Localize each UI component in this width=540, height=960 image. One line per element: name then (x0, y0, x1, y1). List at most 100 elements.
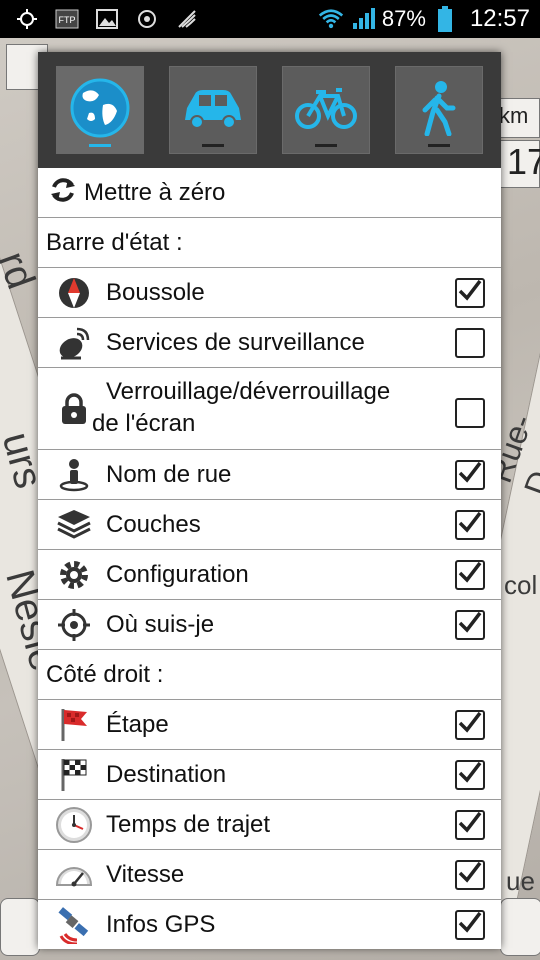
battery-icon (432, 6, 458, 32)
crosshair-icon (44, 600, 104, 649)
list-item-travel-time[interactable]: Temps de trajet (38, 800, 501, 850)
status-bar: FTP 87% 12:57 (0, 0, 540, 38)
globe-icon (69, 77, 131, 144)
map-scale-unit: km (499, 103, 529, 128)
tab-indicator (427, 144, 450, 147)
tab-indicator (89, 144, 112, 147)
checkbox[interactable] (455, 859, 485, 890)
checkmark-icon (458, 461, 482, 488)
checkbox[interactable] (455, 327, 485, 358)
list-item-compass[interactable]: Boussole (38, 268, 501, 318)
list-item-label: Boussole (106, 278, 205, 306)
speedometer-icon (44, 850, 104, 899)
tab-pedestrian[interactable] (394, 66, 483, 154)
checkmark-icon (458, 861, 482, 888)
checkmark-icon (458, 611, 482, 638)
checkbox[interactable] (455, 609, 485, 640)
section-header-status-bar: Barre d'état : (38, 218, 501, 268)
map-street-label: rd (0, 246, 44, 295)
sync-icon (134, 6, 160, 32)
section-title: Côté droit : (46, 660, 164, 688)
checkmark-icon (458, 561, 482, 588)
clock: 12:57 (469, 5, 530, 32)
image-icon (94, 6, 120, 32)
tab-indicator (314, 144, 337, 147)
gear-icon (44, 550, 104, 599)
list-item-speed[interactable]: Vitesse (38, 850, 501, 900)
checkmark-icon (458, 279, 482, 306)
ftp-icon: FTP (54, 6, 80, 32)
list-item-label: Étape (106, 710, 169, 738)
list-item-gps-info[interactable]: Infos GPS (38, 900, 501, 949)
pedestrian-icon (419, 80, 459, 141)
checkbox[interactable] (455, 809, 485, 840)
list-item-configuration[interactable]: Configuration (38, 550, 501, 600)
profile-tabs (38, 52, 501, 168)
reset-label: Mettre à zéro (84, 178, 226, 206)
list-item-label: Configuration (106, 560, 249, 588)
checkbox[interactable] (455, 459, 485, 490)
signal-icon (350, 6, 376, 32)
list-item-label: Temps de trajet (106, 810, 271, 838)
list-item-label: Vitesse (106, 860, 185, 888)
checkbox[interactable] (455, 398, 485, 428)
list-item-label: Services de surveillance (106, 328, 365, 356)
checkmark-icon (458, 911, 482, 938)
checkbox[interactable] (455, 559, 485, 590)
checkmark-icon (458, 761, 482, 788)
section-header-right-side: Côté droit : (38, 650, 501, 700)
list-item-screen-lock[interactable]: Verrouillage/déverrouillage de l'écran (38, 368, 501, 450)
section-title: Barre d'état : (46, 228, 183, 256)
bicycle-icon (294, 84, 358, 137)
checkmark-icon (458, 711, 482, 738)
map-street-label: ue (506, 866, 535, 896)
tab-globe[interactable] (56, 66, 145, 154)
tab-indicator (202, 144, 225, 147)
checkbox[interactable] (455, 759, 485, 790)
nfc-icon (174, 6, 200, 32)
list-item-label: Couches (106, 510, 201, 538)
checkbox[interactable] (455, 277, 485, 308)
list-item-label: Où suis-je (106, 610, 215, 638)
map-zoom-level: 17 (500, 140, 540, 188)
gps-icon (14, 6, 40, 32)
checkmark-icon (458, 511, 482, 538)
list-item-waypoint[interactable]: Étape (38, 700, 501, 750)
wifi-icon (318, 6, 344, 32)
checkbox[interactable] (455, 509, 485, 540)
list-item-text: Verrouillage/déverrouillage de l'écran (92, 376, 462, 440)
list-item-label: Verrouillage/déverrouillage (106, 378, 391, 405)
battery-percent: 87% (381, 6, 426, 31)
street-name-icon (44, 450, 104, 499)
list-item-street-name[interactable]: Nom de rue (38, 450, 501, 500)
list-item-label-line2: de l'écran (92, 410, 196, 437)
list-item-label: Destination (106, 760, 227, 788)
satellite-icon (44, 900, 104, 949)
checkmark-icon (458, 811, 482, 838)
car-icon (181, 86, 245, 135)
list-item-destination[interactable]: Destination (38, 750, 501, 800)
compass-icon (44, 268, 104, 317)
checkbox[interactable] (455, 709, 485, 740)
list-item-where-am-i[interactable]: Où suis-je (38, 600, 501, 650)
reset-row[interactable]: Mettre à zéro (38, 168, 501, 218)
svg-text:FTP: FTP (59, 15, 76, 25)
map-menu-button[interactable] (0, 898, 40, 956)
tab-bicycle[interactable] (281, 66, 370, 154)
checkbox[interactable] (455, 909, 485, 940)
flag-red-icon (44, 700, 104, 749)
tab-car[interactable] (169, 66, 258, 154)
settings-dialog: Mettre à zéro Barre d'état : Boussole Se… (38, 52, 501, 949)
refresh-icon (48, 175, 78, 210)
map-search-button[interactable] (500, 898, 540, 956)
map-zoom-value: 17 (507, 141, 540, 182)
list-item-monitoring[interactable]: Services de surveillance (38, 318, 501, 368)
monitoring-icon (44, 318, 104, 367)
map-street-label: col (504, 570, 538, 600)
list-item-layers[interactable]: Couches (38, 500, 501, 550)
layers-icon (44, 500, 104, 549)
list-item-label: Infos GPS (106, 910, 216, 938)
list-item-label: Nom de rue (106, 460, 232, 488)
checkered-flag-icon (44, 750, 104, 799)
clock-icon (44, 800, 104, 849)
